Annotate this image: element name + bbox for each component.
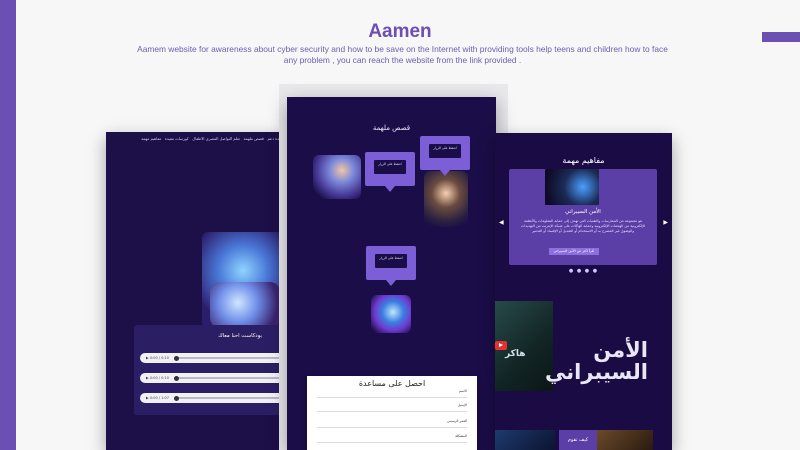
bubble-tail	[386, 280, 396, 286]
character-illustration	[371, 295, 411, 333]
nav-item[interactable]: كورسات مفيدة	[165, 136, 189, 141]
bubble-button[interactable]: اضغط على الزرار	[429, 144, 461, 158]
chevron-left-icon[interactable]: ◀	[499, 219, 504, 226]
bubble-tail	[385, 186, 395, 192]
left-mockup: مساعدة دعم قصص ملهمة تعلم التواصل المصري…	[106, 132, 292, 450]
page-subtitle: Aamem website for awareness about cyber …	[137, 44, 668, 65]
bubble-button[interactable]: اضغط على الزرار	[375, 254, 407, 268]
story-bubble: اضغط على الزرار	[365, 152, 415, 192]
field-label: المشكلة	[455, 434, 467, 438]
thumbnail-row: كيف تقوم	[495, 430, 672, 450]
nav-item[interactable]: قصص ملهمة	[244, 136, 264, 141]
chevron-right-icon[interactable]: ▶	[663, 219, 668, 226]
story-bubble: اضغط على الزرار	[420, 136, 470, 176]
page-title: Aamen	[368, 21, 432, 42]
player-time: 0:00 / 0:10	[149, 356, 169, 360]
title-line: الأمن	[593, 338, 648, 362]
concept-title: الأمن السيبراني	[565, 209, 601, 215]
hacker-image	[545, 169, 599, 205]
character-illustration	[313, 155, 361, 199]
mockup-nav: مساعدة دعم قصص ملهمة تعلم التواصل المصري…	[106, 136, 292, 141]
story-bubble: اضغط على الزرار	[366, 246, 416, 286]
form-field[interactable]: الاسم	[317, 389, 467, 398]
video-section: هاكر الأمن السيبراني	[495, 301, 672, 391]
read-more-button[interactable]: اقرأ اكثر عن الأمن السيبراني	[549, 248, 599, 255]
help-form: احصل على مساعدة الاسم الإيميل العمر الرس…	[307, 376, 477, 450]
player-track[interactable]	[174, 397, 286, 399]
video-overlay-text: هاكر	[505, 349, 526, 359]
bubble-button[interactable]: اضغط على الزرار	[374, 160, 406, 174]
hero-illustration-character	[210, 282, 280, 328]
player-handle[interactable]	[174, 355, 179, 361]
concept-description: هو مجموعة من الممارسات والتقنيات التي ته…	[520, 219, 646, 233]
left-accent-bar	[0, 0, 16, 450]
form-field[interactable]: العمر الرسمي	[317, 419, 467, 428]
character-illustration	[424, 171, 468, 227]
player-track[interactable]	[174, 377, 286, 379]
player-time: 0:00 / 1:07	[149, 396, 169, 400]
nav-item[interactable]: تعلم التواصل المصري الاطفال	[192, 136, 240, 141]
cyber-security-title: الأمن السيبراني	[545, 339, 648, 383]
help-title: احصل على مساعدة	[358, 379, 426, 388]
audio-player[interactable]: ▶ 0:00 / 0:10	[140, 373, 290, 383]
field-label: الإيميل	[457, 403, 467, 407]
right-mockup: مفاهيم مهمة الأمن السيبراني هو مجموعة من…	[495, 133, 672, 450]
audio-player[interactable]: ▶ 0:00 / 1:07	[140, 393, 290, 403]
play-icon[interactable]: ▶	[146, 396, 149, 400]
audio-player[interactable]: ▶ 0:00 / 0:10	[140, 353, 290, 363]
podcast-section: بودكاست احنا معاك ▶ 0:00 / 0:10 ▶ 0:00 /…	[134, 325, 292, 415]
form-field[interactable]: الإيميل	[317, 403, 467, 412]
player-time: 0:00 / 0:10	[149, 376, 169, 380]
field-label: الاسم	[459, 389, 467, 393]
thumbnail-label: كيف تقوم	[559, 430, 597, 450]
thumbnail[interactable]	[495, 430, 555, 450]
player-handle[interactable]	[174, 395, 179, 401]
concept-card: الأمن السيبراني هو مجموعة من الممارسات و…	[509, 169, 657, 265]
player-track[interactable]	[174, 357, 286, 359]
nav-item[interactable]: مفاهيم مهمة	[141, 136, 161, 141]
field-label: العمر الرسمي	[447, 419, 467, 423]
stories-heading: قصص ملهمة	[372, 124, 411, 132]
player-handle[interactable]	[174, 375, 179, 381]
play-icon[interactable]: ▶	[146, 376, 149, 380]
play-icon[interactable]: ▶	[146, 356, 149, 360]
concepts-heading: مفاهيم مهمة	[562, 156, 605, 165]
title-line: السيبراني	[545, 360, 648, 384]
carousel-dots[interactable]: ● ● ● ●	[495, 268, 672, 274]
podcast-title: بودكاست احنا معاك	[218, 333, 262, 339]
bubble-tail	[440, 170, 450, 176]
thumbnail[interactable]	[597, 430, 653, 450]
form-field[interactable]: المشكلة	[317, 434, 467, 443]
